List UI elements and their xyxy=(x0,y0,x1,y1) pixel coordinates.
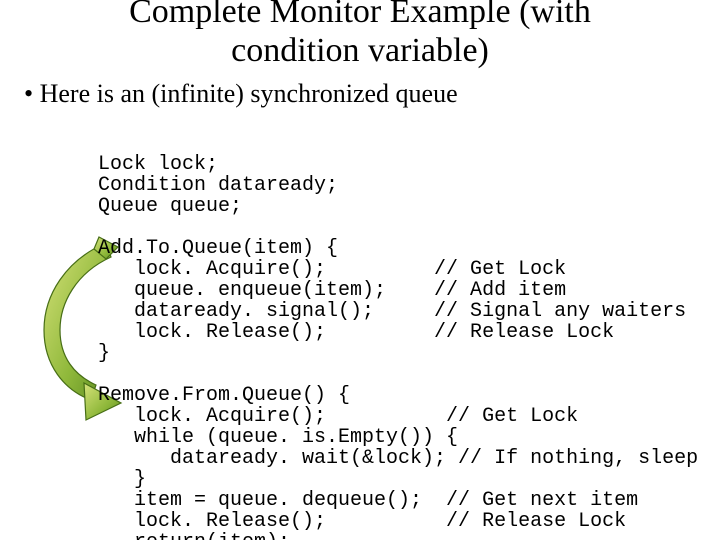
code-remove-from-queue: Remove.From.Queue() { lock. Acquire(); /… xyxy=(98,384,698,540)
code-declarations: Lock lock; Condition dataready; Queue qu… xyxy=(98,153,338,218)
title-line-1: Complete Monitor Example (with xyxy=(129,0,591,30)
title-line-2: condition variable) xyxy=(231,32,489,69)
slide: Complete Monitor Example (with condition… xyxy=(0,0,720,540)
slide-title: Complete Monitor Example (with condition… xyxy=(0,0,720,70)
bullet-text: Here is an (infinite) synchronized queue xyxy=(24,78,458,109)
code-add-to-queue: Add.To.Queue(item) { lock. Acquire(); //… xyxy=(98,237,686,365)
code-block: Lock lock; Condition dataready; Queue qu… xyxy=(98,154,698,540)
